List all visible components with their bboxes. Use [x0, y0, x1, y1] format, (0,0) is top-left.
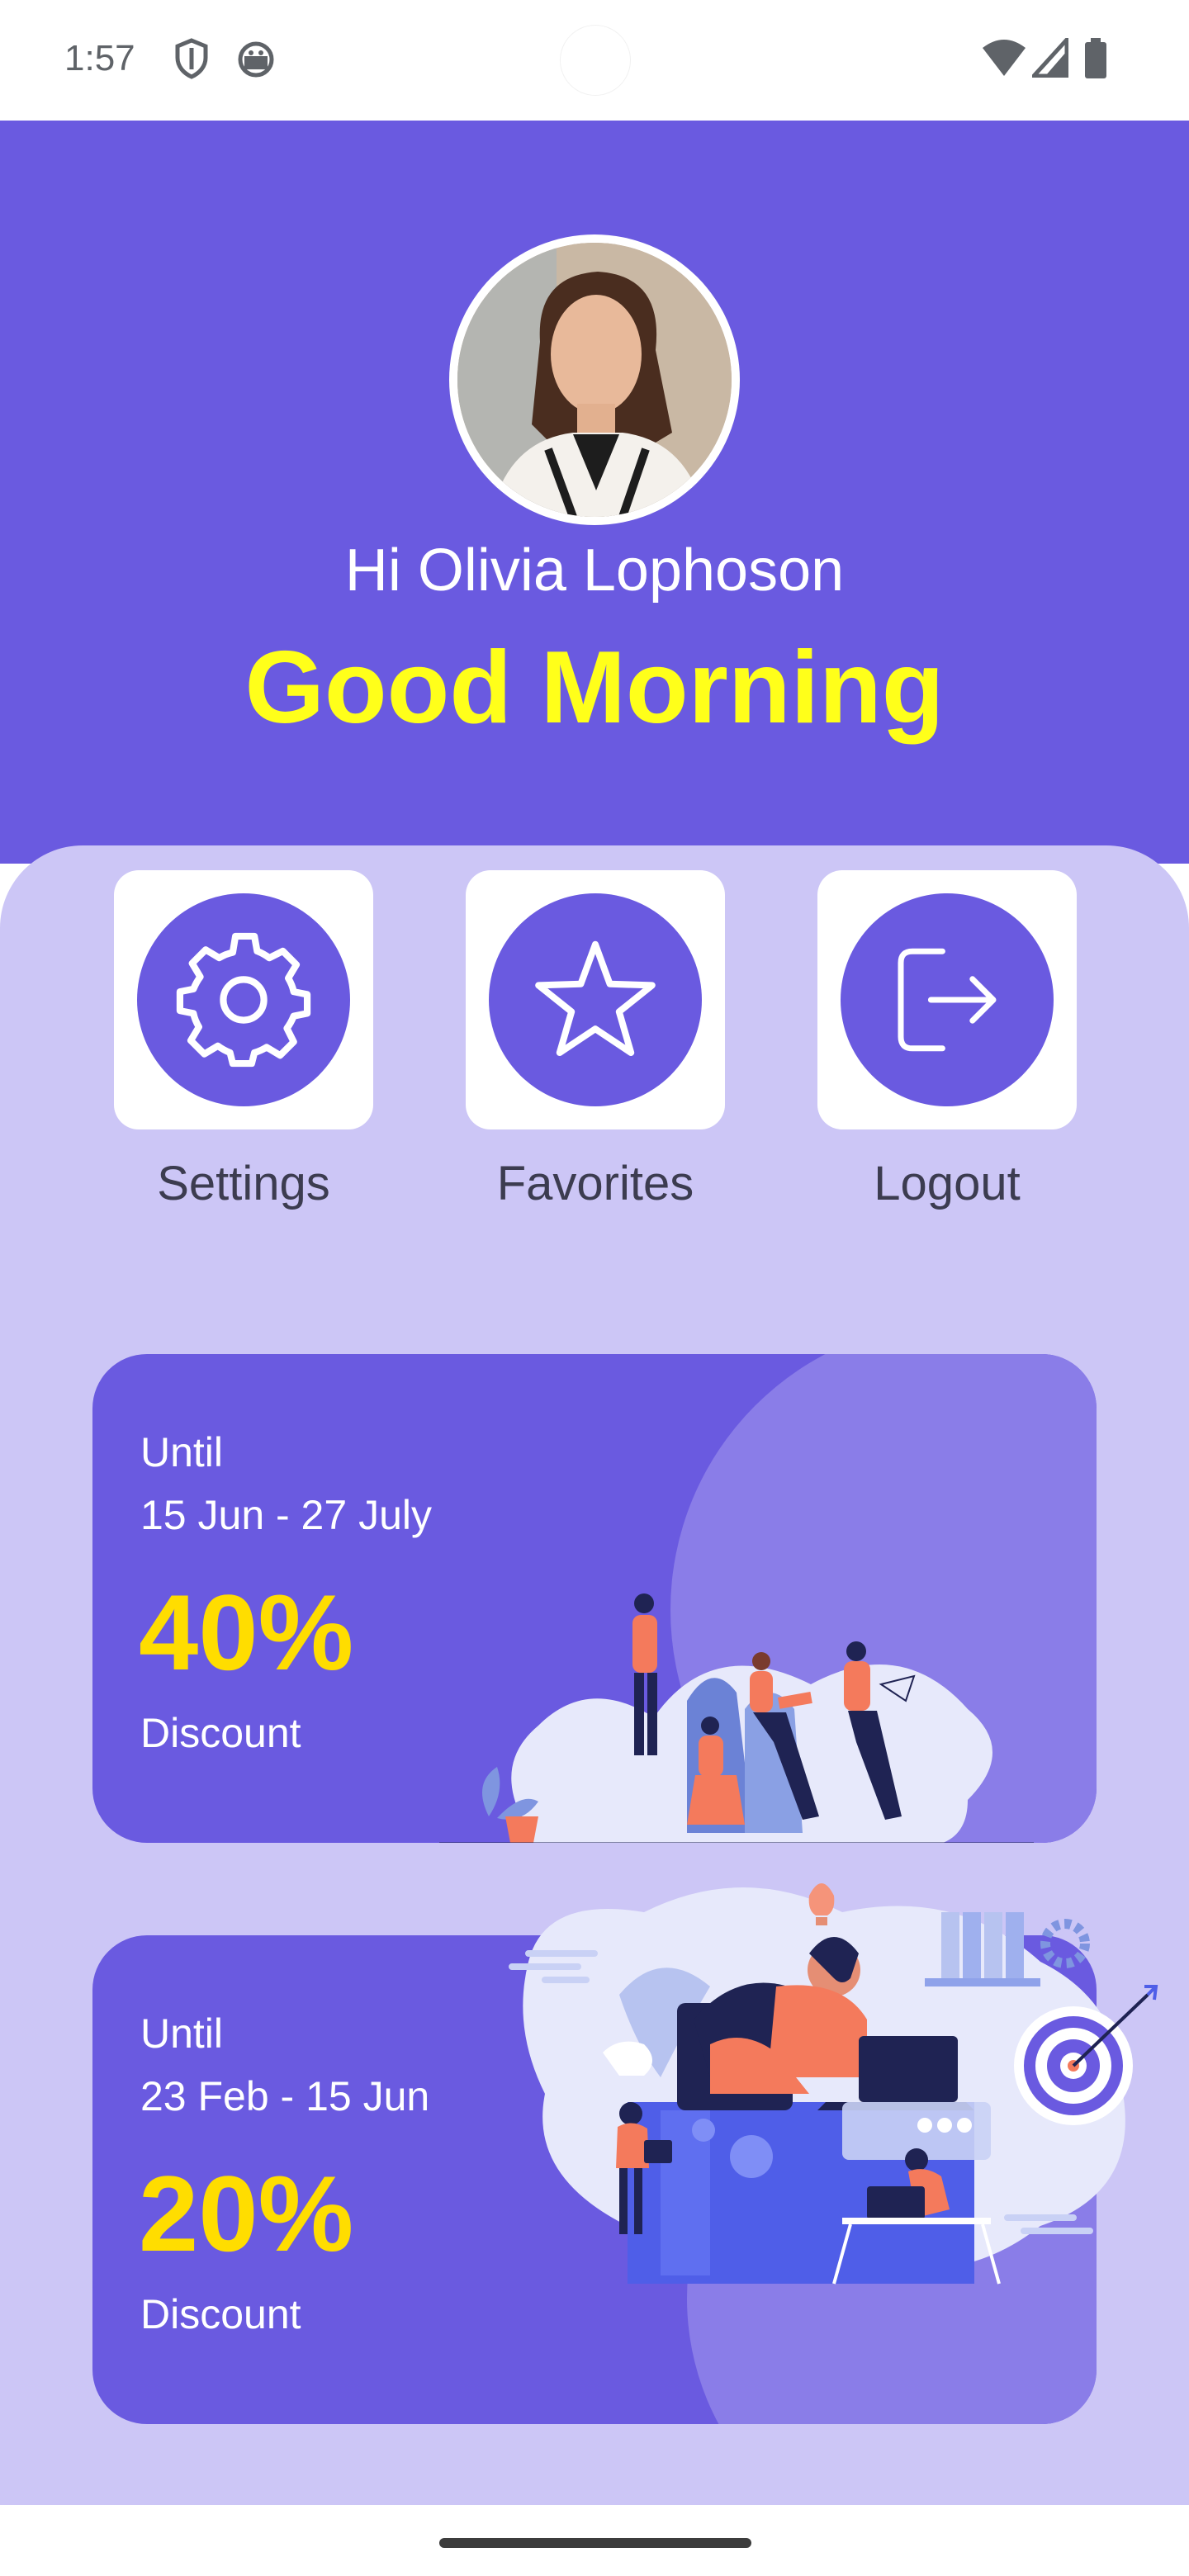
star-icon: [535, 940, 656, 1056]
camera-cutout: [560, 25, 631, 96]
logout-circle: [841, 893, 1054, 1106]
promo-discount-label: Discount: [140, 2291, 301, 2337]
logout-icon: [898, 948, 997, 1052]
greeting-text: Hi Olivia Lophoson: [344, 537, 845, 604]
home-handle[interactable]: [439, 2538, 751, 2548]
workspace-illustration: [509, 1883, 1158, 2285]
promo-dates: 15 Jun - 27 July: [140, 1492, 432, 1538]
favorites-button[interactable]: [466, 870, 725, 1129]
promo-percent: 20%: [139, 2153, 354, 2274]
logout-button[interactable]: [817, 870, 1077, 1129]
gesture-nav-bar: [0, 2505, 1189, 2576]
promo-card-1[interactable]: Until 15 Jun - 27 July 40% Discount: [92, 1354, 1097, 1843]
settings-circle: [137, 893, 350, 1106]
promo-percent: 40%: [139, 1572, 354, 1693]
avatar-photo: [457, 243, 732, 517]
wifi-icon: [983, 40, 1026, 76]
status-bar: 1:57: [0, 0, 1189, 121]
status-time: 1:57: [64, 38, 135, 78]
promo-discount-label: Discount: [140, 1710, 301, 1756]
good-morning-heading: Good Morning: [244, 631, 945, 745]
android-icon: [238, 41, 274, 78]
settings-label: Settings: [157, 1157, 330, 1210]
team-illustration: [439, 1593, 1034, 1843]
settings-button[interactable]: [114, 870, 373, 1129]
signal-icon: [1032, 38, 1068, 78]
favorites-circle: [489, 893, 702, 1106]
promo-until-label: Until: [140, 2010, 224, 2057]
avatar[interactable]: [457, 243, 732, 517]
logout-label: Logout: [874, 1157, 1021, 1210]
battery-icon: [1085, 38, 1106, 78]
favorites-label: Favorites: [496, 1157, 694, 1210]
gear-icon: [176, 932, 311, 1068]
promo-until-label: Until: [140, 1429, 224, 1475]
promo-dates: 23 Feb - 15 Jun: [140, 2073, 430, 2119]
shield-icon: [175, 38, 208, 79]
